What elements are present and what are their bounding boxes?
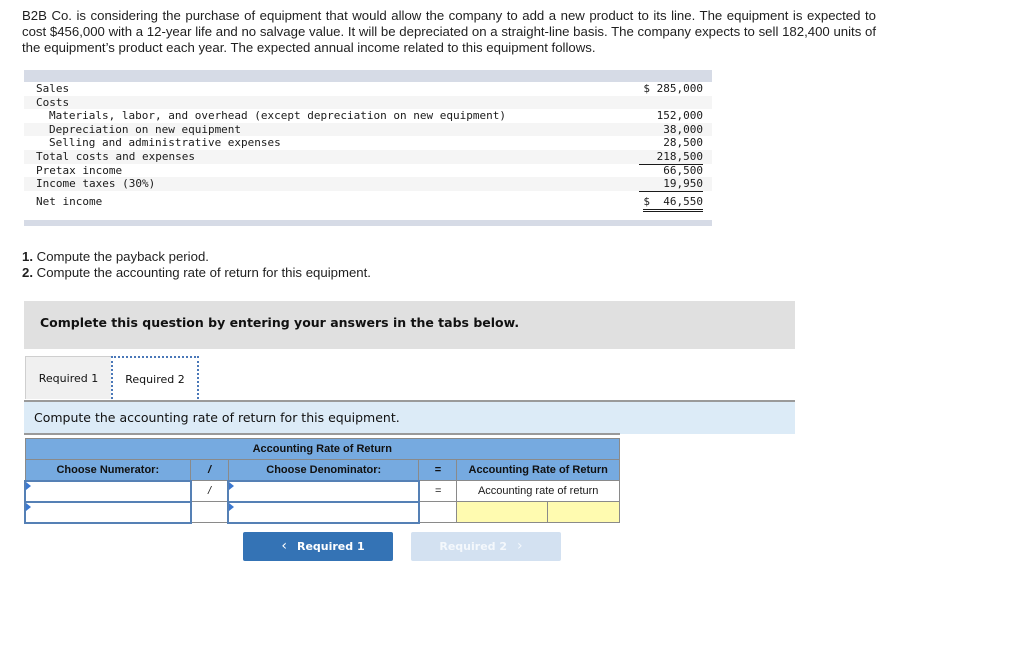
- table-title: Accounting Rate of Return: [24, 438, 620, 460]
- prev-required-1-button[interactable]: ‹ Required 1: [243, 532, 393, 561]
- income-statement: Sales $ 285,000 Costs Materials, labor, …: [24, 70, 712, 226]
- tab-instruction: Compute the accounting rate of return fo…: [24, 400, 795, 434]
- statement-row-net-income: Net income $ 46,550: [24, 193, 712, 212]
- row-value: $ 285,000: [643, 82, 703, 95]
- divide-sign: /: [190, 480, 229, 502]
- header-numerator: Choose Numerator:: [24, 459, 192, 481]
- statement-row-sales: Sales $ 285,000: [24, 82, 712, 96]
- row-value: 28,500: [639, 136, 703, 151]
- row-label: Pretax income: [36, 163, 123, 177]
- question-list: 1. Compute the payback period. 2. Comput…: [22, 249, 371, 281]
- statement-top-bar: [24, 70, 712, 82]
- row-value: 218,500: [639, 150, 703, 165]
- result-label: Accounting rate of return: [456, 480, 620, 502]
- statement-row-depreciation: Depreciation on new equipment 38,000: [24, 122, 712, 137]
- question-text: Compute the payback period.: [33, 249, 209, 264]
- row-label: Income taxes (30%): [36, 177, 156, 191]
- row-label: Costs: [36, 95, 70, 109]
- chevron-left-icon: ‹: [281, 538, 287, 554]
- statement-row-materials: Materials, labor, and overhead (except d…: [24, 109, 712, 123]
- question-text: Compute the accounting rate of return fo…: [33, 265, 371, 280]
- statement-row-income-taxes: Income taxes (30%) 19,950: [24, 177, 712, 192]
- equals-cell: [418, 501, 458, 523]
- tab-required-2[interactable]: Required 2: [111, 356, 199, 399]
- row-value: 152,000: [656, 109, 703, 123]
- denominator-value-input[interactable]: [227, 500, 420, 524]
- numerator-value-input[interactable]: [24, 500, 192, 524]
- next-required-2-button: Required 2 ›: [411, 532, 561, 561]
- next-button-label: Required 2: [439, 540, 508, 553]
- statement-bottom-bar: [24, 219, 712, 226]
- chevron-right-icon: ›: [517, 538, 523, 554]
- question-item: 2. Compute the accounting rate of return…: [22, 265, 371, 281]
- row-value: 19,950: [639, 177, 703, 192]
- statement-row-pretax-income: Pretax income 66,500: [24, 164, 712, 178]
- table-row: / = Accounting rate of return: [24, 479, 620, 503]
- prev-button-label: Required 1: [296, 540, 365, 553]
- question-item: 1. Compute the payback period.: [22, 249, 371, 265]
- statement-row-costs: Costs: [24, 95, 712, 110]
- header-result: Accounting Rate of Return: [456, 459, 620, 481]
- row-value: $ 46,550: [643, 194, 703, 212]
- row-value: 38,000: [663, 122, 703, 136]
- row-value: 66,500: [663, 163, 703, 177]
- instructions-banner: Complete this question by entering your …: [24, 301, 795, 349]
- question-number: 1.: [22, 249, 33, 264]
- equals-sign: =: [418, 480, 458, 502]
- row-label: Depreciation on new equipment: [49, 122, 242, 136]
- banner-text: Complete this question by entering your …: [40, 315, 520, 330]
- header-equals: =: [418, 459, 458, 481]
- tab-required-1[interactable]: Required 1: [25, 356, 112, 399]
- row-label: Net income: [36, 194, 103, 208]
- denominator-label-select[interactable]: [227, 479, 420, 503]
- result-value-output: [456, 501, 549, 523]
- divider: [24, 433, 620, 435]
- row-label: Sales: [36, 82, 70, 95]
- table-row: [24, 500, 620, 524]
- header-denominator: Choose Denominator:: [227, 459, 420, 481]
- problem-intro: B2B Co. is considering the purchase of e…: [22, 8, 876, 55]
- instruction-text: Compute the accounting rate of return fo…: [34, 410, 400, 425]
- row-label: Total costs and expenses: [36, 149, 195, 163]
- question-number: 2.: [22, 265, 33, 280]
- row-label: Materials, labor, and overhead (except d…: [49, 109, 506, 123]
- statement-row-total-costs: Total costs and expenses 218,500: [24, 149, 712, 165]
- divide-cell: [190, 501, 229, 523]
- row-label: Selling and administrative expenses: [49, 136, 281, 150]
- result-unit-output: [547, 501, 620, 523]
- numerator-label-select[interactable]: [24, 479, 192, 503]
- header-divide: /: [190, 459, 229, 481]
- statement-row-selling-admin: Selling and administrative expenses 28,5…: [24, 136, 712, 151]
- accounting-rate-of-return-table: Accounting Rate of Return Choose Numerat…: [24, 438, 620, 524]
